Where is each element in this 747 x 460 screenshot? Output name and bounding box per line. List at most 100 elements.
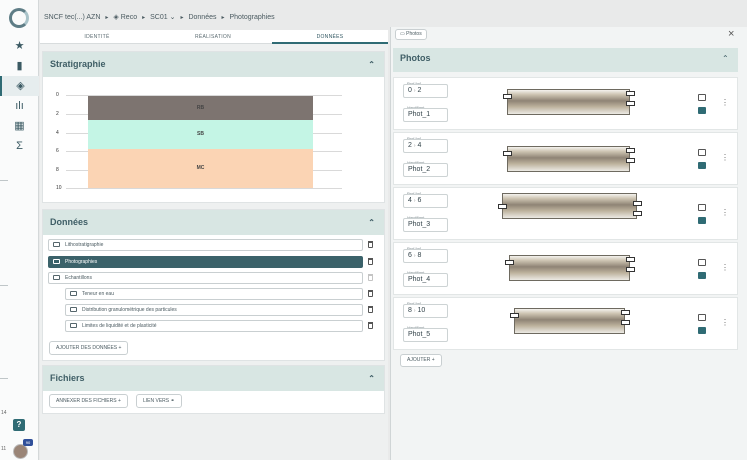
breadcrumb-item-label: SC01 (150, 14, 168, 21)
section-title: Photos (400, 53, 431, 63)
depth-to: 10 (417, 307, 426, 314)
data-item-teneur-en-eau[interactable]: Teneur en eau (65, 288, 363, 300)
depth-range-input[interactable]: 8 › 10 (403, 304, 448, 318)
chevron-right-icon: ▸ (142, 14, 146, 21)
depth-range-input[interactable]: 0 › 2 (403, 84, 448, 98)
y-tick-label: 8 (56, 167, 59, 173)
data-item-label: Limites de liquidité et de plasticité (82, 323, 157, 329)
tab-donnees[interactable]: DONNÉES (272, 30, 388, 44)
folder-icon (70, 291, 77, 296)
add-photo-button[interactable]: AJOUTER + (400, 354, 442, 367)
chevron-up-icon[interactable]: ⌃ (368, 210, 375, 235)
depth-to: 4 (417, 142, 422, 149)
stratigraphie-header[interactable]: Stratigraphie ⌃ (43, 52, 384, 77)
more-vertical-icon[interactable]: ⋮ (721, 209, 729, 217)
trash-icon[interactable] (368, 290, 373, 297)
trash-icon[interactable] (368, 306, 373, 313)
trash-icon[interactable] (368, 258, 373, 265)
tab-realisation[interactable]: RÉALISATION (154, 30, 272, 44)
bar-chart-icon[interactable]: ılı (0, 96, 39, 116)
photo-marker (621, 310, 630, 315)
tab-identite[interactable]: IDENTITÉ (40, 30, 154, 44)
data-item-granulometrie[interactable]: Distribution granulométrique des particu… (65, 304, 363, 316)
identifier-input[interactable]: Phot_4 (403, 273, 448, 287)
comment-icon[interactable] (698, 259, 706, 266)
layer-mc[interactable]: MC (88, 149, 313, 188)
folder-icon (70, 307, 77, 312)
donnees-header[interactable]: Données ⌃ (43, 210, 384, 235)
core-photo[interactable] (514, 308, 625, 334)
arrow-right-icon: › (413, 143, 416, 149)
breadcrumb-item-label: Reco (120, 14, 138, 21)
table-icon[interactable]: ▦ (0, 116, 39, 136)
more-vertical-icon[interactable]: ⋮ (721, 154, 729, 162)
y-tick-label: 2 (56, 111, 59, 117)
identifier-input[interactable]: Phot_5 (403, 328, 448, 342)
core-photo[interactable] (507, 146, 630, 172)
photos-header[interactable] (393, 48, 738, 72)
more-vertical-icon[interactable]: ⋮ (721, 319, 729, 327)
more-vertical-icon[interactable]: ⋮ (721, 99, 729, 107)
depth-to: 6 (417, 197, 422, 204)
data-item-photographies[interactable]: Photographies (48, 256, 363, 268)
photo-marker (503, 94, 512, 99)
comment-icon[interactable] (698, 94, 706, 101)
chevron-up-icon[interactable]: ⌃ (368, 52, 375, 77)
breadcrumb-item[interactable]: ◈ Reco (113, 13, 137, 21)
help-icon[interactable]: ? (13, 419, 25, 431)
identifier-input[interactable]: Phot_1 (403, 108, 448, 122)
data-item-limites[interactable]: Limites de liquidité et de plasticité (65, 320, 363, 332)
comment-icon[interactable] (698, 149, 706, 156)
close-icon[interactable]: × (728, 28, 734, 40)
core-photo[interactable] (509, 255, 630, 281)
trash-icon[interactable] (368, 241, 373, 248)
breadcrumb-item[interactable]: SC01 ⌄ (150, 13, 175, 21)
link-icon: ⚭ (170, 398, 175, 404)
star-icon[interactable]: ★ (0, 36, 39, 56)
breadcrumb-item[interactable]: Données (188, 14, 216, 21)
calendar-icon[interactable] (698, 217, 706, 224)
depth-range-input[interactable]: 4 › 6 (403, 194, 448, 208)
chevron-up-icon[interactable]: ⌃ (368, 366, 375, 391)
layers-icon[interactable]: ◈ (0, 76, 39, 96)
calendar-icon[interactable] (698, 272, 706, 279)
data-item-label: Teneur en eau (82, 291, 114, 297)
avatar[interactable] (13, 444, 28, 459)
depth-range-input[interactable]: 6 › 8 (403, 249, 448, 263)
identifier-input[interactable]: Phot_3 (403, 218, 448, 232)
depth-from: 0 (408, 87, 412, 94)
trash-icon[interactable] (368, 322, 373, 329)
more-vertical-icon[interactable]: ⋮ (721, 264, 729, 272)
layer-rb[interactable]: RB (88, 96, 313, 120)
core-photo[interactable] (507, 89, 630, 115)
data-item-echantillons[interactable]: Echantillons (48, 272, 363, 284)
sigma-icon[interactable]: Σ (0, 136, 39, 156)
depth-range-input[interactable]: 2 › 4 (403, 139, 448, 153)
y-tick-label: 10 (56, 185, 62, 191)
app-logo[interactable] (9, 8, 29, 28)
breadcrumb-item: Photographies (229, 13, 275, 21)
calendar-icon[interactable] (698, 327, 706, 334)
breadcrumb-item[interactable]: SNCF tec(...) AZN (44, 14, 100, 21)
attach-files-button[interactable]: ANNEXER DES FICHIERS + (49, 394, 128, 408)
photo-icon: ▭ (400, 31, 405, 37)
layer-sb[interactable]: SB (88, 120, 313, 149)
depth-from: 8 (408, 307, 412, 314)
add-data-button[interactable]: AJOUTER DES DONNÉES + (49, 341, 129, 355)
comment-icon[interactable] (698, 314, 706, 321)
photos-tag[interactable]: ▭ Photos (395, 29, 427, 40)
chevron-right-icon: ▸ (221, 14, 225, 21)
calendar-icon[interactable] (698, 107, 706, 114)
divider (0, 285, 8, 286)
core-photo[interactable] (502, 193, 637, 219)
data-item-lithostratigraphie[interactable]: Lithostratigraphie (48, 239, 363, 251)
fichiers-header[interactable]: Fichiers ⌃ (43, 366, 384, 391)
map-icon[interactable]: ▮ (0, 56, 39, 76)
button-label: AJOUTER DES DONNÉES (56, 345, 118, 351)
breadcrumb: SNCF tec(...) AZN ▸ ◈ Reco ▸ SC01 ⌄ ▸ Do… (44, 10, 275, 24)
calendar-icon[interactable] (698, 162, 706, 169)
identifier-input[interactable]: Phot_2 (403, 163, 448, 177)
link-to-button[interactable]: LIEN VERS ⚭ (136, 394, 182, 408)
chevron-up-icon[interactable]: ⌃ (722, 54, 729, 63)
comment-icon[interactable] (698, 204, 706, 211)
